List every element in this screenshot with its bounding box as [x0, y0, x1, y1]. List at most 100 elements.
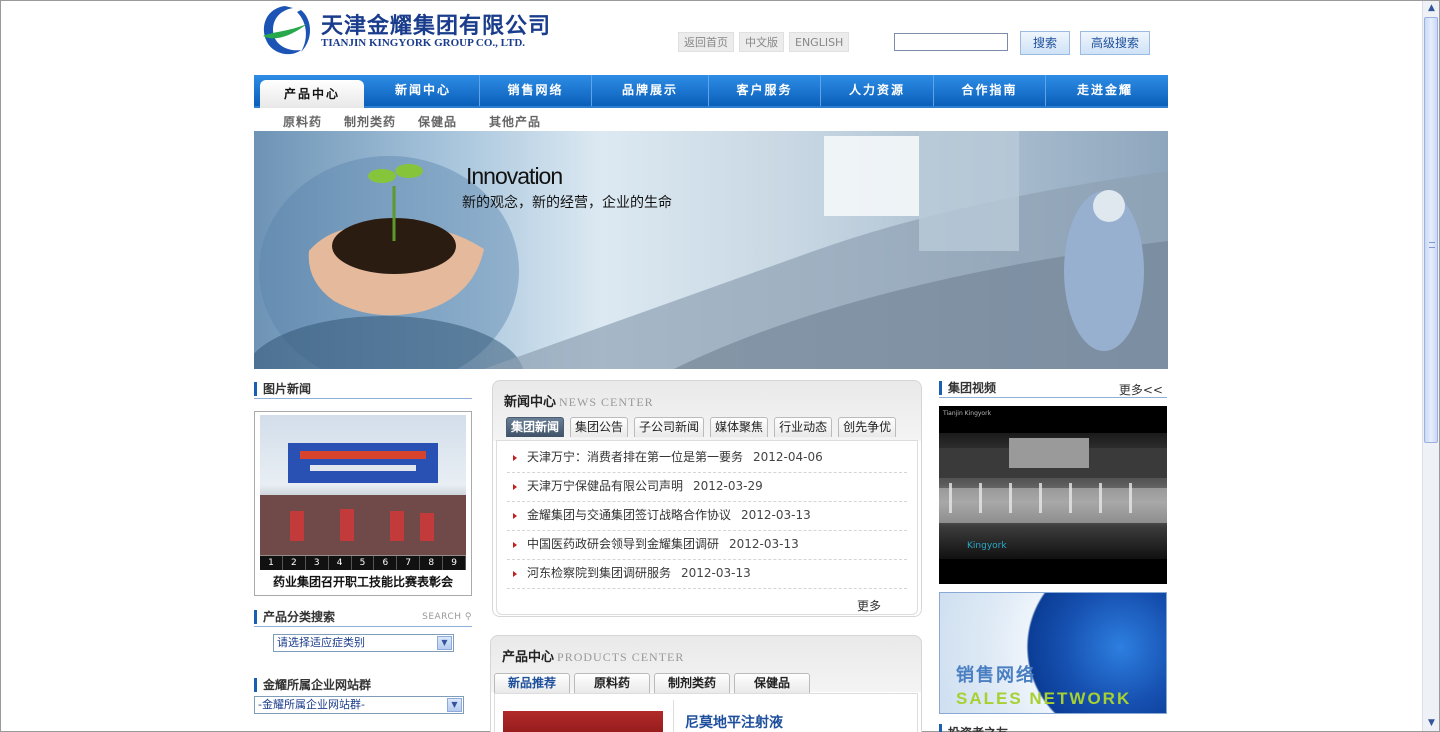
- pager-item[interactable]: 7: [397, 556, 421, 570]
- chevron-down-icon[interactable]: ▼: [447, 698, 462, 712]
- video-overlay-text: Tianjin Kingyork: [943, 410, 992, 417]
- tab-excellence[interactable]: 创先争优: [838, 417, 897, 437]
- search-button[interactable]: 搜索: [1020, 31, 1070, 55]
- news-item[interactable]: 中国医药政研会领导到金耀集团调研 2012-03-13: [507, 531, 907, 560]
- search-input[interactable]: [894, 33, 1008, 51]
- nav-item-brands[interactable]: 品牌展示: [592, 75, 709, 106]
- nav-item-products[interactable]: 产品中心: [260, 80, 364, 108]
- news-item[interactable]: 天津万宁：消费者排在第一位是第一要务 2012-04-06: [507, 444, 907, 473]
- photo-news-image[interactable]: [260, 415, 466, 570]
- english-version-link[interactable]: ENGLISH: [789, 32, 850, 52]
- grip-icon: [1429, 242, 1435, 248]
- news-item-title[interactable]: 天津万宁：消费者排在第一位是第一要务: [527, 450, 743, 464]
- home-link[interactable]: 返回首页: [678, 32, 734, 52]
- divider: [254, 626, 472, 627]
- news-item-title[interactable]: 金耀集团与交通集团签订战略合作协议: [527, 508, 731, 522]
- indication-select[interactable]: 请选择适应症类别 ▼: [273, 634, 454, 652]
- tab-subsidiary-news[interactable]: 子公司新闻: [634, 417, 705, 437]
- tab-new-products[interactable]: 新品推荐: [494, 673, 570, 693]
- tab-media[interactable]: 媒体聚焦: [710, 417, 769, 437]
- news-item-title[interactable]: 天津万宁保健品有限公司声明: [527, 479, 683, 493]
- sites-select-value: -金耀所属企业网站群-: [258, 698, 365, 711]
- video-player[interactable]: Tianjin Kingyork Kingyork: [939, 406, 1167, 584]
- news-item-date: 2012-03-13: [729, 537, 799, 551]
- tab-api[interactable]: 原料药: [574, 673, 650, 693]
- chevron-down-icon[interactable]: ▼: [437, 636, 452, 650]
- news-item-date: 2012-03-29: [693, 479, 763, 493]
- product-tabs: 新品推荐 原料药 制剂类药 保健品: [494, 673, 810, 693]
- sites-section: 金耀所属企业网站群 -金耀所属企业网站群- ▼: [254, 678, 472, 714]
- news-list: 天津万宁：消费者排在第一位是第一要务 2012-04-06 天津万宁保健品有限公司…: [507, 444, 907, 589]
- news-item[interactable]: 金耀集团与交通集团签订战略合作协议 2012-03-13: [507, 502, 907, 531]
- banner-title: Innovation: [466, 163, 563, 189]
- tab-preparations[interactable]: 制剂类药: [654, 673, 730, 693]
- scroll-up-icon[interactable]: ▲: [1425, 2, 1438, 15]
- logo[interactable]: 天津金耀集团有限公司 TIANJIN KINGYORK GROUP CO., L…: [257, 2, 557, 58]
- sales-network-banner[interactable]: 销售网络 SALES NETWORK: [939, 592, 1167, 714]
- subnav-item-healthcare[interactable]: 保健品: [418, 113, 457, 130]
- products-center-panel: 产品中心 PRODUCTS CENTER 新品推荐 原料药 制剂类药 保健品 尼莫…: [490, 635, 922, 732]
- nav-item-news[interactable]: 新闻中心: [367, 75, 480, 106]
- chinese-version-link[interactable]: 中文版: [739, 32, 784, 52]
- advanced-search-button[interactable]: 高级搜索: [1080, 31, 1150, 55]
- banner-artwork: [254, 131, 1168, 369]
- logo-chinese-name: 天津金耀集团有限公司: [321, 13, 552, 39]
- news-item-date: 2012-04-06: [753, 450, 823, 464]
- subnav-item-preparations[interactable]: 制剂类药: [344, 113, 396, 130]
- pager-item[interactable]: 1: [260, 556, 283, 570]
- sites-title: 金耀所属企业网站群: [254, 678, 472, 692]
- pager-item[interactable]: 2: [283, 556, 306, 570]
- tab-group-news[interactable]: 集团新闻: [506, 417, 565, 437]
- photo-news-caption[interactable]: 药业集团召开职工技能比赛表彰会: [255, 573, 471, 590]
- video-brand: Kingyork: [967, 541, 1007, 551]
- nav-item-about[interactable]: 走进金耀: [1046, 75, 1164, 106]
- news-item[interactable]: 河东检察院到集团调研服务 2012-03-13: [507, 560, 907, 589]
- scroll-down-icon[interactable]: ▼: [1425, 717, 1438, 730]
- news-center-panel: 新闻中心 NEWS CENTER 集团新闻 集团公告 子公司新闻 媒体聚焦 行业动…: [492, 380, 922, 617]
- photo-news-pager: 1 2 3 4 5 6 7 8 9: [260, 556, 467, 570]
- subnav-item-api[interactable]: 原料药: [283, 113, 322, 130]
- news-item[interactable]: 天津万宁保健品有限公司声明 2012-03-29: [507, 473, 907, 502]
- photo-news-header: 图片新闻: [254, 382, 472, 399]
- pager-item[interactable]: 9: [443, 556, 467, 570]
- subnav-item-other[interactable]: 其他产品: [489, 113, 541, 130]
- products-center-title-en: PRODUCTS CENTER: [557, 650, 685, 664]
- product-image[interactable]: [503, 711, 663, 732]
- product-name[interactable]: 尼莫地平注射液: [685, 712, 783, 732]
- tab-announcements[interactable]: 集团公告: [570, 417, 629, 437]
- photo-news-box: 1 2 3 4 5 6 7 8 9 药业集团召开职工技能比赛表彰会: [254, 411, 472, 596]
- tab-healthcare[interactable]: 保健品: [734, 673, 810, 693]
- pager-item[interactable]: 8: [420, 556, 444, 570]
- page: 天津金耀集团有限公司 TIANJIN KINGYORK GROUP CO., L…: [254, 0, 1168, 732]
- pager-item[interactable]: 5: [352, 556, 375, 570]
- sites-select[interactable]: -金耀所属企业网站群- ▼: [254, 696, 464, 714]
- bullet-icon: [513, 541, 517, 548]
- nav-item-service[interactable]: 客户服务: [709, 75, 821, 106]
- tab-industry[interactable]: 行业动态: [774, 417, 833, 437]
- sales-network-cn: 销售网络: [956, 665, 1036, 686]
- vertical-scrollbar[interactable]: ▲ ▼: [1422, 1, 1439, 731]
- divider: [673, 700, 674, 732]
- video-header: 集团视频 更多<<: [939, 381, 1167, 398]
- search-tag: SEARCH ⚲: [422, 612, 472, 622]
- news-center-title-en: NEWS CENTER: [559, 395, 654, 409]
- photo-news-title: 图片新闻: [254, 382, 472, 396]
- nav-item-hr[interactable]: 人力资源: [821, 75, 934, 106]
- video-more-link[interactable]: 更多<<: [1119, 381, 1163, 398]
- sub-nav: 原料药 制剂类药 保健品 其他产品: [283, 113, 563, 130]
- nav-item-cooperation[interactable]: 合作指南: [934, 75, 1046, 106]
- nav-item-sales[interactable]: 销售网络: [480, 75, 592, 106]
- left-column: 图片新闻 1 2 3 4 5 6 7 8 9 药业集团召开职工技能比赛表彰会 产…: [254, 382, 472, 714]
- news-item-title[interactable]: 中国医药政研会领导到金耀集团调研: [527, 537, 719, 551]
- pager-item[interactable]: 4: [329, 556, 352, 570]
- logo-english-name: TIANJIN KINGYORK GROUP CO., LTD.: [321, 37, 526, 49]
- pager-item[interactable]: 6: [374, 556, 398, 570]
- news-item-title[interactable]: 河东检察院到集团调研服务: [527, 566, 671, 580]
- news-center-title: 新闻中心: [504, 395, 557, 410]
- search-tag-label: SEARCH: [422, 612, 462, 622]
- news-more-link[interactable]: 更多: [857, 597, 881, 614]
- pager-item[interactable]: 3: [306, 556, 329, 570]
- scrollbar-thumb[interactable]: [1424, 17, 1438, 443]
- top-links: 返回首页 中文版 ENGLISH: [678, 32, 850, 52]
- group-photo-art: [260, 443, 466, 555]
